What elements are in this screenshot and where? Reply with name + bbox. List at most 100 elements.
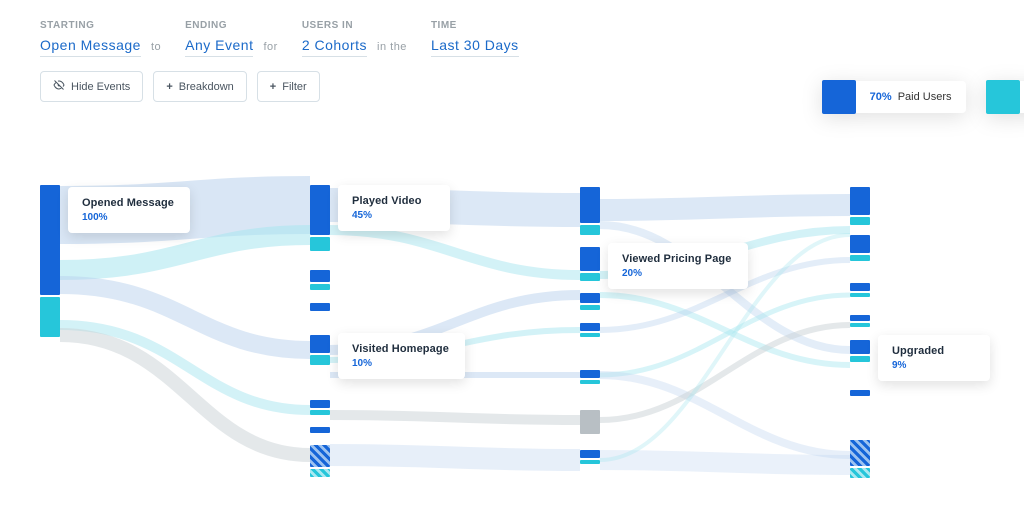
filter-time[interactable]: TIME Last 30 Days xyxy=(431,20,519,57)
label-played-title: Played Video xyxy=(352,195,434,207)
segment-dropoff-free xyxy=(850,468,870,478)
segment-other xyxy=(580,410,600,434)
segment-paid xyxy=(580,187,600,223)
label-opened-title: Opened Message xyxy=(82,197,174,209)
sankey-node-visited[interactable] xyxy=(310,335,330,365)
legend-swatch-paid xyxy=(822,80,856,114)
segment-paid xyxy=(850,340,870,354)
filter-starting-label: STARTING xyxy=(40,20,161,31)
sankey-node-opened[interactable] xyxy=(40,185,60,337)
filter-conj-to: to xyxy=(151,41,161,53)
filter-ending-value[interactable]: Any Event xyxy=(185,37,253,57)
hide-events-label: Hide Events xyxy=(71,81,130,93)
sankey-node-s4d[interactable] xyxy=(850,315,870,327)
sankey-node-s3g[interactable] xyxy=(580,450,600,464)
filter-label: Filter xyxy=(282,81,306,93)
segment-paid xyxy=(580,247,600,271)
filter-time-value[interactable]: Last 30 Days xyxy=(431,37,519,57)
sankey-node-s2b[interactable] xyxy=(310,270,330,290)
segment-paid xyxy=(580,323,600,331)
hide-events-button[interactable]: Hide Events xyxy=(40,71,143,102)
label-pricing-title: Viewed Pricing Page xyxy=(622,253,732,265)
label-visited-pct: 10% xyxy=(352,358,449,369)
segment-paid xyxy=(310,270,330,282)
segment-free xyxy=(310,237,330,251)
toolbar: Hide Events + Breakdown + Filter xyxy=(20,57,920,102)
filter-starting[interactable]: STARTING Open Message to xyxy=(40,20,161,57)
segment-paid xyxy=(850,187,870,215)
segment-free xyxy=(580,380,600,384)
plus-icon: + xyxy=(270,81,276,93)
sankey-node-pricing[interactable] xyxy=(580,247,600,281)
sankey-node-s3c[interactable] xyxy=(580,293,600,310)
segment-paid xyxy=(310,335,330,353)
sankey-node-s2f[interactable] xyxy=(310,427,330,433)
sankey-node-s3a[interactable] xyxy=(580,187,600,235)
sankey-node-s2e[interactable] xyxy=(310,400,330,415)
segment-free xyxy=(310,355,330,365)
segment-free xyxy=(310,410,330,415)
label-visited-title: Visited Homepage xyxy=(352,343,449,355)
sankey-node-s3d[interactable] xyxy=(580,323,600,337)
legend-paid[interactable]: 70% Paid Users xyxy=(822,80,966,114)
label-played[interactable]: Played Video 45% xyxy=(338,185,450,231)
legend-swatch-free xyxy=(986,80,1020,114)
filter-ending[interactable]: ENDING Any Event for xyxy=(185,20,278,57)
segment-free xyxy=(580,460,600,464)
segment-paid xyxy=(310,303,330,311)
segment-free xyxy=(310,284,330,290)
segment-paid xyxy=(310,400,330,408)
legend-free[interactable]: 30% Free Users xyxy=(986,80,1024,114)
segment-free xyxy=(850,255,870,261)
filter-bar: STARTING Open Message to ENDING Any Even… xyxy=(20,10,920,57)
segment-paid xyxy=(580,293,600,303)
label-visited[interactable]: Visited Homepage 10% xyxy=(338,333,465,379)
filter-ending-label: ENDING xyxy=(185,20,278,31)
eye-off-icon xyxy=(53,79,65,94)
segment-paid xyxy=(850,390,870,396)
segment-free xyxy=(40,297,60,337)
segment-paid xyxy=(310,185,330,235)
segment-free xyxy=(580,333,600,337)
sankey-node-s2c[interactable] xyxy=(310,303,330,311)
label-played-pct: 45% xyxy=(352,210,434,221)
segment-paid xyxy=(580,450,600,458)
label-upgraded-title: Upgraded xyxy=(892,345,974,357)
label-upgraded-pct: 9% xyxy=(892,360,974,371)
segment-free xyxy=(580,305,600,310)
plus-icon: + xyxy=(166,81,172,93)
sankey-node-s4drop[interactable] xyxy=(850,440,870,478)
label-opened[interactable]: Opened Message 100% xyxy=(68,187,190,233)
filter-users-value[interactable]: 2 Cohorts xyxy=(302,37,367,57)
filter-starting-value[interactable]: Open Message xyxy=(40,37,141,57)
sankey-node-s4a[interactable] xyxy=(850,187,870,225)
sankey-node-s3e[interactable] xyxy=(580,370,600,384)
sankey-node-s2drop[interactable] xyxy=(310,445,330,477)
sankey-node-s4b[interactable] xyxy=(850,235,870,261)
segment-dropoff xyxy=(310,445,330,467)
label-upgraded[interactable]: Upgraded 9% xyxy=(878,335,990,381)
sankey-node-upgraded[interactable] xyxy=(850,340,870,362)
segment-free xyxy=(850,323,870,327)
sankey-chart: Opened Message 100% Played Video 45% Vis… xyxy=(0,175,1024,505)
segment-free xyxy=(850,293,870,297)
sankey-node-s3f[interactable] xyxy=(580,410,600,434)
segment-free xyxy=(850,356,870,362)
segment-free xyxy=(850,217,870,225)
label-pricing[interactable]: Viewed Pricing Page 20% xyxy=(608,243,748,289)
filter-users[interactable]: USERS IN 2 Cohorts in the xyxy=(302,20,407,57)
filter-button[interactable]: + Filter xyxy=(257,71,320,102)
sankey-node-s4f[interactable] xyxy=(850,390,870,396)
sankey-node-played[interactable] xyxy=(310,185,330,251)
segment-dropoff-free xyxy=(310,469,330,477)
segment-paid xyxy=(310,427,330,433)
segment-paid xyxy=(850,235,870,253)
segment-paid xyxy=(40,185,60,295)
breakdown-button[interactable]: + Breakdown xyxy=(153,71,246,102)
segment-paid xyxy=(850,283,870,291)
breakdown-label: Breakdown xyxy=(179,81,234,93)
segment-paid xyxy=(850,315,870,321)
sankey-node-s4c[interactable] xyxy=(850,283,870,297)
segment-free xyxy=(580,225,600,235)
label-pricing-pct: 20% xyxy=(622,268,732,279)
